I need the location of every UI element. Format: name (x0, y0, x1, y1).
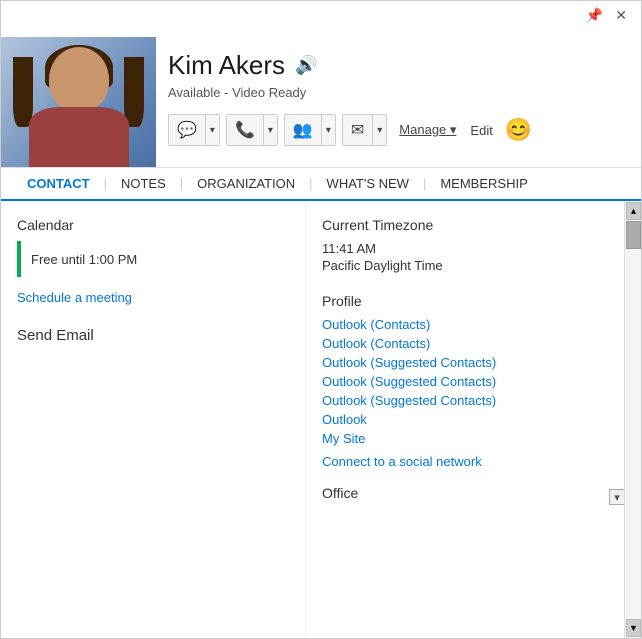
profile-link-3[interactable]: Outlook (Suggested Contacts) (322, 374, 625, 389)
head-shape (49, 47, 109, 112)
right-panel: Current Timezone 11:41 AM Pacific Daylig… (306, 201, 641, 638)
office-title: Office (322, 485, 358, 501)
office-header: Office ▾ (322, 485, 625, 509)
body-shape (29, 107, 129, 167)
scrollbar-track: ▲ ▼ (624, 201, 641, 638)
tab-organization[interactable]: ORGANIZATION (183, 168, 309, 201)
tabs: CONTACT | NOTES | ORGANIZATION | WHAT'S … (1, 168, 641, 201)
email-dropdown-arrow[interactable]: ▾ (373, 120, 386, 141)
timezone-title: Current Timezone (322, 217, 625, 233)
calendar-free-text: Free until 1:00 PM (31, 252, 137, 267)
calendar-title: Calendar (17, 217, 289, 233)
hair-left (13, 57, 33, 127)
tab-contact[interactable]: CONTACT (13, 168, 104, 201)
connect-social-link[interactable]: Connect to a social network (322, 454, 625, 469)
contact-info: Kim Akers 🔊 Available - Video Ready 💬 ▾ … (156, 40, 629, 164)
phone-button[interactable]: 📞 ▾ (226, 114, 278, 146)
profile-link-6[interactable]: My Site (322, 431, 625, 446)
phone-icon: 📞 (227, 115, 264, 145)
office-section: Office ▾ (322, 485, 625, 509)
timezone-name: Pacific Daylight Time (322, 258, 625, 273)
tab-notes[interactable]: NOTES (107, 168, 180, 201)
office-expand-button[interactable]: ▾ (609, 489, 625, 505)
emoji-button[interactable]: 😊 (501, 115, 536, 145)
video-dropdown-arrow[interactable]: ▾ (322, 120, 335, 141)
email-icon: ✉ (343, 115, 373, 145)
profile-link-2[interactable]: Outlook (Suggested Contacts) (322, 355, 625, 370)
email-button[interactable]: ✉ ▾ (342, 114, 387, 146)
close-button[interactable]: ✕ (609, 6, 633, 24)
timezone-section: Current Timezone 11:41 AM Pacific Daylig… (322, 217, 625, 273)
contact-name: Kim Akers (168, 50, 285, 81)
hair-right (124, 57, 144, 127)
avatar-container (1, 37, 156, 167)
schedule-meeting-link[interactable]: Schedule a meeting (17, 290, 132, 305)
phone-dropdown-arrow[interactable]: ▾ (264, 120, 277, 141)
send-email-title: Send Email (17, 327, 289, 344)
title-bar: 📌 ✕ (1, 1, 641, 29)
header-section: Kim Akers 🔊 Available - Video Ready 💬 ▾ … (1, 29, 641, 168)
profile-links: Outlook (Contacts) Outlook (Contacts) Ou… (322, 317, 625, 446)
video-button[interactable]: 👥 ▾ (284, 114, 336, 146)
profile-link-1[interactable]: Outlook (Contacts) (322, 336, 625, 351)
speaker-icon[interactable]: 🔊 (295, 55, 317, 76)
chat-button[interactable]: 💬 ▾ (168, 114, 220, 146)
scrollbar-down-button[interactable]: ▼ (626, 619, 641, 637)
profile-link-5[interactable]: Outlook (322, 412, 625, 427)
manage-button[interactable]: Manage ▾ (393, 118, 462, 142)
profile-title: Profile (322, 293, 625, 309)
contact-status: Available - Video Ready (168, 85, 617, 100)
free-indicator (17, 241, 21, 277)
video-icon: 👥 (285, 115, 322, 145)
content-area: Calendar Free until 1:00 PM Schedule a m… (1, 201, 641, 638)
left-panel: Calendar Free until 1:00 PM Schedule a m… (1, 201, 306, 638)
contact-name-row: Kim Akers 🔊 (168, 50, 617, 81)
scrollbar-thumb[interactable] (626, 221, 641, 249)
calendar-free-row: Free until 1:00 PM (17, 241, 289, 277)
profile-section: Profile Outlook (Contacts) Outlook (Cont… (322, 293, 625, 469)
calendar-section: Calendar Free until 1:00 PM Schedule a m… (17, 217, 289, 307)
timezone-time: 11:41 AM (322, 241, 625, 256)
chat-dropdown-arrow[interactable]: ▾ (206, 120, 219, 141)
chat-icon: 💬 (169, 115, 206, 145)
profile-link-0[interactable]: Outlook (Contacts) (322, 317, 625, 332)
edit-button[interactable]: Edit (464, 119, 498, 142)
tab-whats-new[interactable]: WHAT'S NEW (313, 168, 423, 201)
avatar (1, 37, 156, 167)
profile-link-4[interactable]: Outlook (Suggested Contacts) (322, 393, 625, 408)
pin-button[interactable]: 📌 (580, 6, 609, 24)
send-email-section: Send Email (17, 327, 289, 344)
scrollbar-up-button[interactable]: ▲ (626, 202, 641, 220)
main-window: 📌 ✕ Kim Akers 🔊 Available - Video Ready (0, 0, 642, 639)
tab-membership[interactable]: MEMBERSHIP (426, 168, 541, 201)
action-buttons: 💬 ▾ 📞 ▾ 👥 ▾ ✉ ▾ Manage ▾ (168, 114, 617, 146)
